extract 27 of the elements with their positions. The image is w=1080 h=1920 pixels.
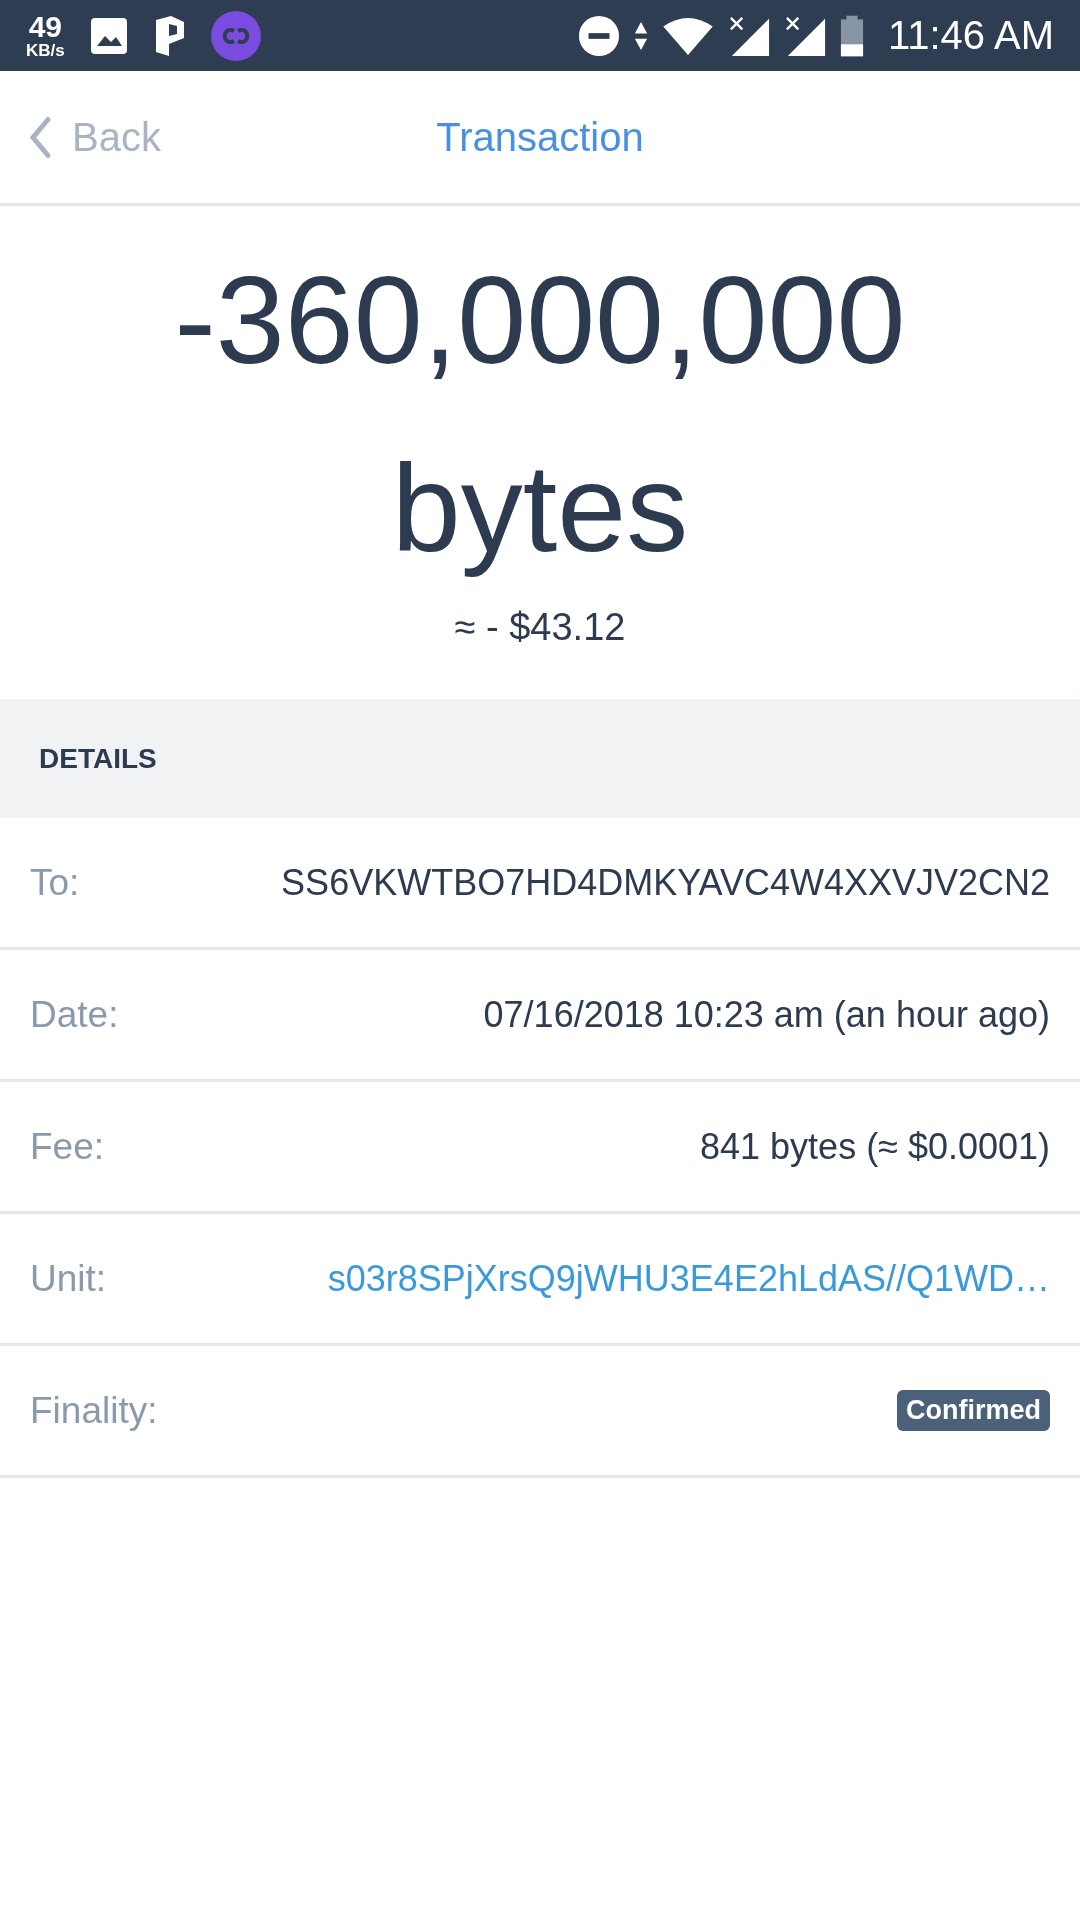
detail-value: 07/16/2018 10:23 am (an hour ago) bbox=[483, 993, 1050, 1036]
chevron-left-icon bbox=[28, 115, 52, 159]
amount-value: -360,000,000 bbox=[174, 250, 906, 391]
image-icon bbox=[88, 15, 129, 56]
signal-icon bbox=[783, 14, 826, 57]
detail-label: Unit: bbox=[30, 1257, 107, 1300]
section-heading: DETAILS bbox=[39, 742, 157, 775]
signal-icon bbox=[727, 14, 770, 57]
detail-value: SS6VKWTBO7HD4DMKYAVC4W4XXVJV2CN2 bbox=[281, 861, 1050, 904]
detail-label: Date: bbox=[30, 993, 119, 1036]
amount-unit: bytes bbox=[391, 438, 689, 579]
detail-label: Fee: bbox=[30, 1125, 105, 1168]
detail-label: To: bbox=[30, 861, 80, 904]
status-badge: Confirmed bbox=[897, 1390, 1050, 1431]
network-speed: 49 bbox=[28, 12, 63, 42]
fiat-amount: ≈ - $43.12 bbox=[454, 606, 626, 649]
clock: 11:46 AM bbox=[887, 13, 1054, 58]
back-button[interactable]: Back bbox=[28, 114, 161, 160]
do-not-disturb-icon bbox=[577, 14, 620, 57]
battery-icon bbox=[839, 13, 864, 58]
unit-link[interactable]: s03r8SPjXrsQ9jWHU3E4E2hLdAS//Q1WD… bbox=[327, 1257, 1050, 1300]
detail-label: Finality: bbox=[30, 1389, 158, 1432]
screen-title: Transaction bbox=[436, 114, 644, 160]
link-app-icon bbox=[210, 10, 261, 61]
wifi-icon bbox=[661, 16, 714, 55]
detail-value: 841 bytes (≈ $0.0001) bbox=[700, 1125, 1050, 1168]
network-speed-unit: KB/s bbox=[26, 42, 65, 59]
